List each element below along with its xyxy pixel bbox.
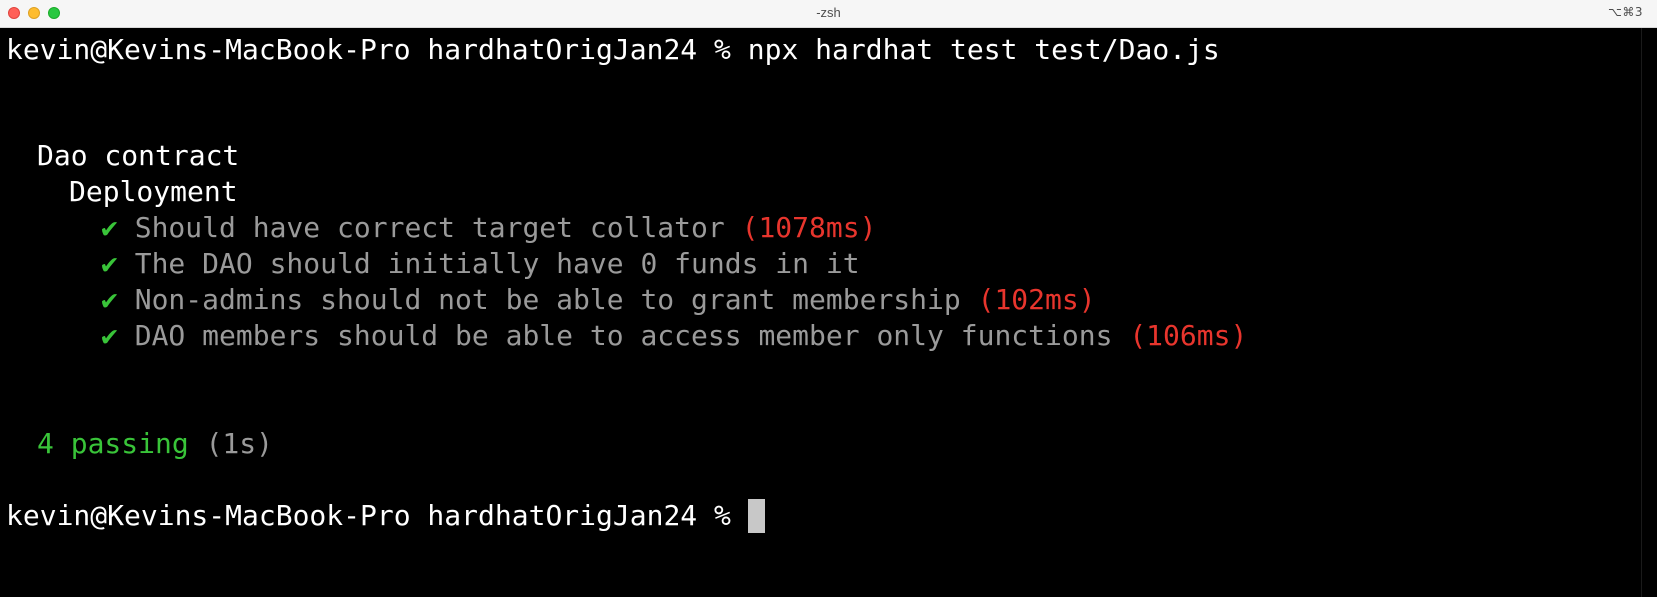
test-result-row: ✔ The DAO should initially have 0 funds …	[101, 246, 860, 282]
test-group-name: Deployment	[69, 175, 238, 208]
prompt-text: kevin@Kevins-MacBook-Pro hardhatOrigJan2…	[6, 499, 748, 532]
command-text: npx hardhat test test/Dao.js	[747, 33, 1220, 66]
prompt-text: kevin@Kevins-MacBook-Pro hardhatOrigJan2…	[6, 33, 748, 66]
check-icon: ✔	[101, 319, 118, 352]
terminal-output[interactable]: kevin@Kevins-MacBook-Pro hardhatOrigJan2…	[0, 28, 1640, 597]
check-icon: ✔	[101, 247, 118, 280]
text-cursor	[747, 499, 765, 533]
terminal-window: -zsh ⌥⌘3 kevin@Kevins-MacBook-Pro hardha…	[0, 0, 1657, 597]
prompt-line[interactable]: kevin@Kevins-MacBook-Pro hardhatOrigJan2…	[6, 498, 765, 534]
test-title: DAO members should be able to access mem…	[134, 319, 1113, 352]
window-title: -zsh	[816, 5, 841, 20]
test-title: Non-admins should not be able to grant m…	[134, 283, 961, 316]
test-result-row: ✔ Should have correct target collator (1…	[101, 210, 876, 246]
passing-count: 4 passing	[37, 427, 189, 460]
test-duration: (102ms)	[977, 283, 1096, 316]
test-duration: (1078ms)	[741, 211, 877, 244]
total-time: (1s)	[205, 427, 274, 460]
test-result-row: ✔ Non-admins should not be able to grant…	[101, 282, 1096, 318]
command-line: kevin@Kevins-MacBook-Pro hardhatOrigJan2…	[6, 32, 1220, 68]
suite-name: Dao contract	[37, 139, 240, 172]
summary-line: 4 passing (1s)	[37, 426, 273, 462]
test-title: The DAO should initially have 0 funds in…	[134, 247, 860, 280]
check-icon: ✔	[101, 211, 118, 244]
test-result-row: ✔ DAO members should be able to access m…	[101, 318, 1247, 354]
test-title: Should have correct target collator	[134, 211, 725, 244]
scrollbar-track[interactable]	[1641, 28, 1657, 597]
window-shortcut: ⌥⌘3	[1608, 5, 1643, 19]
check-icon: ✔	[101, 283, 118, 316]
test-duration: (106ms)	[1129, 319, 1248, 352]
title-bar[interactable]: -zsh ⌥⌘3	[0, 0, 1657, 28]
